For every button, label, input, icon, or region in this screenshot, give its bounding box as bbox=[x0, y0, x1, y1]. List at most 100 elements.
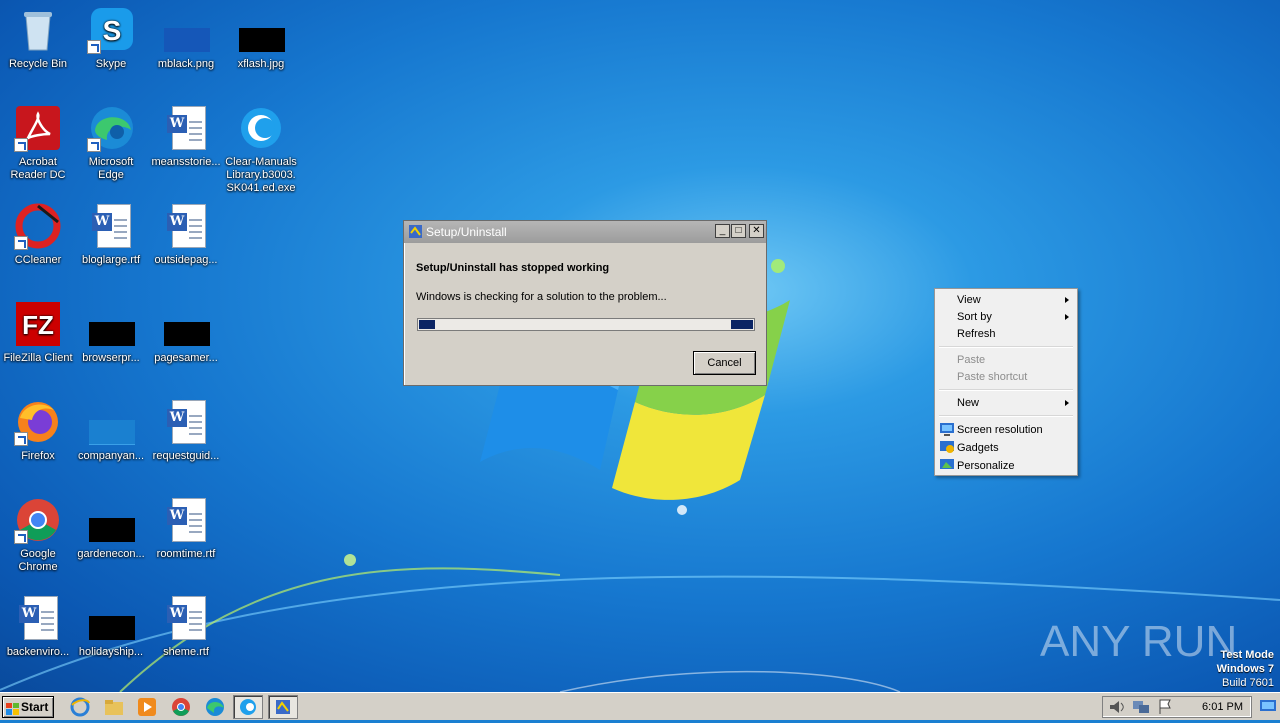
desktop-icon-label: holidayship... bbox=[78, 646, 144, 658]
word-document-icon: W bbox=[162, 202, 210, 250]
menu-separator bbox=[939, 346, 1073, 348]
desktop-icon-mblack[interactable]: mblack.png bbox=[148, 6, 224, 71]
progress-marquee-block bbox=[731, 320, 753, 329]
desktop-icon-sheme[interactable]: W sheme.rtf bbox=[148, 594, 224, 659]
desktop-icon-label: gardenecon... bbox=[77, 548, 145, 560]
desktop-icon-holidayship[interactable]: holidayship... bbox=[73, 594, 149, 659]
maximize-button[interactable]: □ bbox=[731, 224, 746, 238]
desktop-icon-roomtime[interactable]: W roomtime.rtf bbox=[148, 496, 224, 561]
desktop-icon-gardenecon[interactable]: gardenecon... bbox=[73, 496, 149, 561]
image-file-icon bbox=[87, 398, 135, 446]
menu-item-screen-resolution[interactable]: Screen resolution bbox=[937, 421, 1075, 439]
action-center-flag-icon[interactable] bbox=[1155, 698, 1175, 718]
menu-item-paste[interactable]: Paste bbox=[937, 351, 1075, 369]
desktop-icon-label: Recycle Bin bbox=[8, 58, 68, 70]
desktop-icon-label: xflash.jpg bbox=[237, 58, 285, 70]
shortcut-arrow-icon bbox=[87, 40, 101, 54]
desktop[interactable]: Recycle Bin S Skype mblack.png xflash.jp… bbox=[0, 0, 1280, 692]
image-file-icon bbox=[162, 300, 210, 348]
desktop-icon-chrome[interactable]: Google Chrome bbox=[0, 496, 76, 574]
edge-taskbar-icon[interactable] bbox=[205, 697, 225, 717]
desktop-icon-label: Clear-Manuals Library.b3003. SK041.ed.ex… bbox=[225, 156, 297, 194]
clear-app-icon bbox=[237, 104, 285, 152]
desktop-icon-recycle-bin[interactable]: Recycle Bin bbox=[0, 6, 76, 71]
desktop-icon-label: outsidepag... bbox=[154, 254, 218, 266]
desktop-icon-label: CCleaner bbox=[14, 254, 62, 266]
test-mode-watermark: Test Mode Windows 7 Build 7601 bbox=[1217, 648, 1274, 690]
desktop-context-menu: View Sort by Refresh Paste Paste shortcu… bbox=[934, 288, 1078, 476]
setup-uninstall-dialog: Setup/Uninstall _ □ ✕ Setup/Uninstall ha… bbox=[403, 220, 767, 386]
desktop-icon-backenviro[interactable]: W backenviro... bbox=[0, 594, 76, 659]
show-desktop-icon[interactable] bbox=[1260, 699, 1276, 713]
desktop-icon-firefox[interactable]: Firefox bbox=[0, 398, 76, 463]
menu-item-personalize[interactable]: Personalize bbox=[937, 457, 1075, 475]
chrome-icon bbox=[14, 496, 62, 544]
taskbar-task-setup-uninstall[interactable] bbox=[268, 695, 298, 719]
desktop-icon-label: sheme.rtf bbox=[163, 646, 209, 658]
menu-item-label: Paste shortcut bbox=[957, 371, 1028, 383]
submenu-arrow-icon bbox=[1065, 400, 1069, 406]
desktop-icon-label: roomtime.rtf bbox=[156, 548, 216, 560]
edge-icon bbox=[87, 104, 135, 152]
menu-item-refresh[interactable]: Refresh bbox=[937, 325, 1075, 343]
cancel-button[interactable]: Cancel bbox=[693, 351, 756, 375]
dialog-heading: Setup/Uninstall has stopped working bbox=[416, 262, 610, 274]
test-mode-line: Test Mode bbox=[1220, 649, 1274, 661]
word-document-icon: W bbox=[14, 594, 62, 642]
desktop-icon-xflash[interactable]: xflash.jpg bbox=[223, 6, 299, 71]
menu-item-label: View bbox=[957, 294, 981, 306]
submenu-arrow-icon bbox=[1065, 297, 1069, 303]
desktop-icon-edge[interactable]: Microsoft Edge bbox=[73, 104, 149, 182]
dialog-message: Windows is checking for a solution to th… bbox=[416, 291, 667, 303]
desktop-icon-skype[interactable]: S Skype bbox=[73, 6, 149, 71]
desktop-icon-label: meansstorie... bbox=[151, 156, 221, 168]
dialog-titlebar[interactable]: Setup/Uninstall _ □ ✕ bbox=[404, 221, 766, 243]
file-explorer-icon[interactable] bbox=[104, 697, 124, 717]
close-button[interactable]: ✕ bbox=[749, 224, 764, 238]
media-player-icon[interactable] bbox=[137, 697, 157, 717]
word-document-icon: W bbox=[162, 496, 210, 544]
build-number-line: Build 7601 bbox=[1222, 677, 1274, 689]
minimize-button[interactable]: _ bbox=[715, 224, 730, 238]
start-button[interactable]: Start bbox=[2, 696, 54, 718]
desktop-icon-browserpr[interactable]: browserpr... bbox=[73, 300, 149, 365]
desktop-icon-acrobat[interactable]: Acrobat Reader DC bbox=[0, 104, 76, 182]
desktop-icon-clear-manuals[interactable]: Clear-Manuals Library.b3003. SK041.ed.ex… bbox=[223, 104, 299, 195]
taskbar-task-clear-app[interactable] bbox=[233, 695, 263, 719]
menu-item-new[interactable]: New bbox=[937, 394, 1075, 412]
desktop-icon-ccleaner[interactable]: CCleaner bbox=[0, 202, 76, 267]
start-label: Start bbox=[21, 700, 49, 714]
svg-text:FZ: FZ bbox=[22, 310, 54, 340]
gadgets-icon bbox=[940, 441, 954, 454]
desktop-icon-outsidepag[interactable]: W outsidepag... bbox=[148, 202, 224, 267]
menu-item-paste-shortcut[interactable]: Paste shortcut bbox=[937, 368, 1075, 386]
desktop-icon-pagesamer[interactable]: pagesamer... bbox=[148, 300, 224, 365]
acrobat-icon bbox=[14, 104, 62, 152]
desktop-icon-bloglarge[interactable]: W bloglarge.rtf bbox=[73, 202, 149, 267]
clock[interactable]: 6:01 PM bbox=[1202, 701, 1243, 713]
shortcut-arrow-icon bbox=[14, 138, 28, 152]
menu-item-sort-by[interactable]: Sort by bbox=[937, 308, 1075, 326]
word-document-icon: W bbox=[162, 594, 210, 642]
desktop-icon-companyan[interactable]: companyan... bbox=[73, 398, 149, 463]
menu-item-label: New bbox=[957, 397, 980, 409]
svg-text:ANY RUN: ANY RUN bbox=[1040, 617, 1237, 666]
desktop-icon-meansstorie[interactable]: W meansstorie... bbox=[148, 104, 224, 169]
word-document-icon: W bbox=[87, 202, 135, 250]
internet-explorer-icon[interactable] bbox=[70, 697, 90, 717]
desktop-icon-requestguid[interactable]: W requestguid... bbox=[148, 398, 224, 463]
menu-item-label: Gadgets bbox=[957, 442, 999, 454]
network-icon[interactable] bbox=[1131, 698, 1151, 718]
desktop-icon-filezilla[interactable]: FZ FileZilla Client bbox=[0, 300, 76, 365]
menu-item-label: Sort by bbox=[957, 311, 992, 323]
menu-item-gadgets[interactable]: Gadgets bbox=[937, 439, 1075, 457]
volume-icon[interactable] bbox=[1107, 698, 1127, 718]
menu-item-view[interactable]: View bbox=[937, 291, 1075, 309]
shortcut-arrow-icon bbox=[14, 432, 28, 446]
chrome-taskbar-icon[interactable] bbox=[171, 697, 191, 717]
menu-item-label: Personalize bbox=[957, 460, 1015, 472]
desktop-icon-label: Acrobat Reader DC bbox=[10, 156, 66, 181]
image-file-icon bbox=[87, 594, 135, 642]
desktop-icon-label: pagesamer... bbox=[154, 352, 218, 364]
desktop-icon-label: Skype bbox=[95, 58, 127, 70]
